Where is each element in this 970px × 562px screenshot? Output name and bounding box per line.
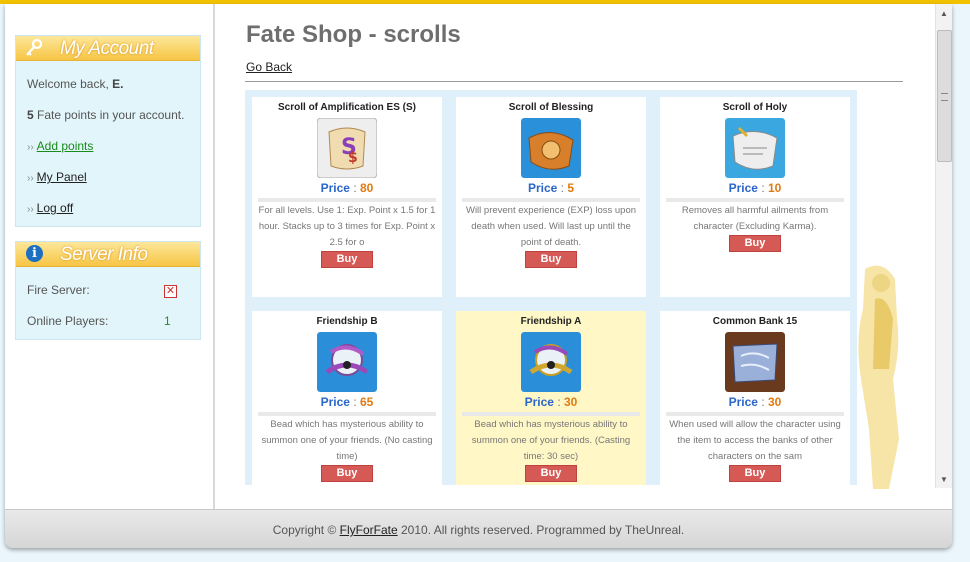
my-account-box: My Account Welcome back, E. 5 Fate point… (15, 35, 201, 227)
buy-button[interactable]: Buy (525, 465, 577, 482)
vertical-scrollbar[interactable]: ▲ ▼ (935, 4, 952, 488)
welcome-text: Welcome back, E. (27, 77, 124, 91)
character-artwork (858, 265, 899, 489)
item-price: Price : 10 (728, 181, 782, 195)
sidebar: My Account Welcome back, E. 5 Fate point… (5, 4, 215, 509)
go-back-link[interactable]: Go Back (246, 60, 292, 74)
my-account-title: My Account (60, 38, 154, 59)
server-info-box: i Server Info Fire Server: ✕ Online Play… (15, 241, 201, 340)
buy-row: Buy (660, 463, 850, 482)
fire-server-label: Fire Server: (27, 283, 90, 297)
points-value: 5 (27, 108, 34, 122)
server-info-title: Server Info (60, 244, 148, 265)
item-name: Scroll of Amplification ES (S) (278, 102, 416, 113)
log-off-row: ›› Log off (27, 201, 73, 215)
page-title: Fate Shop - scrolls (246, 21, 461, 48)
item-description: For all levels. Use 1: Exp. Point x 1.5 … (258, 205, 436, 248)
buy-button[interactable]: Buy (321, 251, 373, 268)
item-description: Bead which has mysterious ability to sum… (261, 419, 433, 462)
buy-row: Buy (660, 233, 850, 252)
brand-link[interactable]: FlyForFate (340, 523, 398, 537)
shop-item-card: Friendship A Price : 30 Bead which has m… (456, 311, 646, 485)
page-frame: My Account Welcome back, E. 5 Fate point… (5, 4, 952, 548)
scroll-up-arrow-icon[interactable]: ▲ (936, 6, 952, 22)
item-price: Price : 65 (320, 395, 374, 409)
info-icon: i (26, 245, 43, 262)
double-chevron-icon: ›› (27, 173, 34, 184)
buy-button[interactable]: Buy (321, 465, 373, 482)
main-content: Fate Shop - scrolls Go Back Scroll of Am… (245, 4, 935, 509)
item-description: Will prevent experience (EXP) loss upon … (465, 205, 637, 248)
card-separator (258, 412, 436, 416)
scroll-down-arrow-icon[interactable]: ▼ (936, 472, 952, 488)
card-separator (666, 412, 844, 416)
card-separator (462, 198, 640, 202)
scrollbar-thumb[interactable] (937, 30, 952, 162)
log-off-link[interactable]: Log off (37, 201, 73, 215)
username: E. (112, 77, 124, 91)
item-name: Friendship A (520, 316, 582, 327)
my-panel-link[interactable]: My Panel (37, 170, 87, 184)
double-chevron-icon: ›› (27, 204, 34, 215)
item-description: Bead which has mysterious ability to sum… (471, 419, 631, 462)
svg-text:$: $ (348, 150, 358, 166)
scroll-amplification-icon: S $ (317, 118, 377, 178)
shop-item-card: Common Bank 15 Price : 30 When used will… (660, 311, 850, 485)
key-icon (26, 38, 43, 56)
item-name: Scroll of Holy (722, 102, 788, 113)
item-price: Price : 80 (320, 181, 374, 195)
server-offline-icon: ✕ (164, 285, 177, 298)
common-bank-scroll-icon (725, 332, 785, 392)
my-panel-row: ›› My Panel (27, 170, 87, 184)
add-points-row: ›› Add points (27, 139, 93, 153)
card-separator (462, 412, 640, 416)
shop-item-card: Scroll of Blessing Price : 5 Will preven… (456, 97, 646, 297)
item-description: Removes all harmful ailments from charac… (681, 205, 829, 232)
buy-row: Buy (252, 463, 442, 482)
item-name: Friendship B (316, 316, 378, 327)
my-account-header: My Account (16, 36, 200, 61)
buy-button[interactable]: Buy (729, 465, 781, 482)
server-info-header: i Server Info (16, 242, 200, 267)
grip-icon (941, 93, 948, 101)
buy-row: Buy (456, 463, 646, 482)
item-price: Price : 30 (728, 395, 782, 409)
item-price: Price : 5 (527, 181, 575, 195)
divider (245, 81, 903, 82)
item-price: Price : 30 (524, 395, 578, 409)
card-separator (258, 198, 436, 202)
buy-button[interactable]: Buy (525, 251, 577, 268)
buy-row: Buy (456, 249, 646, 268)
item-name: Scroll of Blessing (508, 102, 594, 113)
friendship-bead-icon (317, 332, 377, 392)
points-text: 5 Fate points in your account. (27, 108, 185, 122)
scroll-blessing-icon (521, 118, 581, 178)
buy-button[interactable]: Buy (729, 235, 781, 252)
shop-grid: Scroll of Amplification ES (S) S $ Price… (245, 90, 857, 485)
scroll-holy-icon (725, 118, 785, 178)
online-players-count: 1 (164, 314, 171, 328)
shop-item-card: Scroll of Holy Price : 10 Removes all ha… (660, 97, 850, 297)
double-chevron-icon: ›› (27, 142, 34, 153)
item-name: Common Bank 15 (712, 316, 798, 327)
add-points-link[interactable]: Add points (37, 139, 94, 153)
card-separator (666, 198, 844, 202)
item-description: When used will allow the character using… (669, 419, 841, 462)
online-players-label: Online Players: (27, 314, 109, 328)
buy-row: Buy (252, 249, 442, 268)
friendship-bead-icon (521, 332, 581, 392)
shop-item-card: Friendship B Price : 65 Bead which has m… (252, 311, 442, 485)
footer: Copyright © FlyForFate 2010. All rights … (5, 509, 952, 548)
shop-item-card: Scroll of Amplification ES (S) S $ Price… (252, 97, 442, 297)
